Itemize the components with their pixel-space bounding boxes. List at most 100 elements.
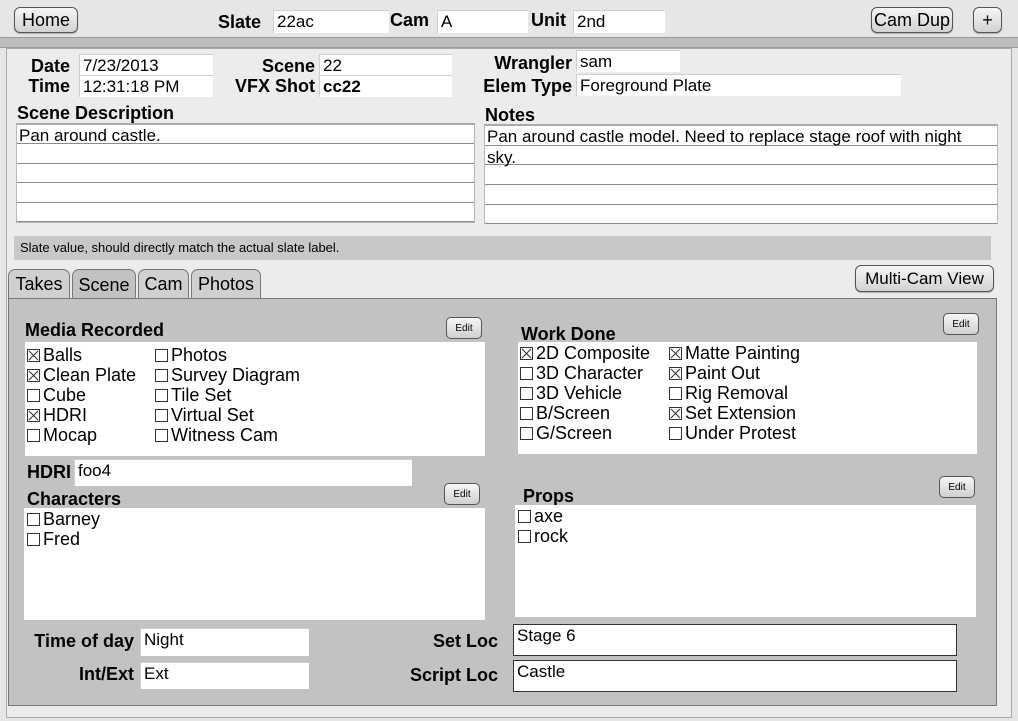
scene-description-field[interactable]: Pan around castle. <box>16 123 475 223</box>
int-ext-field[interactable]: Ext <box>140 662 309 689</box>
work-checkbox-set-extension[interactable]: Set Extension <box>669 403 796 423</box>
checkbox-icon[interactable] <box>155 408 168 422</box>
characters-label: Characters <box>27 489 122 509</box>
checkbox-icon[interactable] <box>520 346 533 360</box>
checkbox-icon[interactable] <box>520 426 533 440</box>
work-checkbox-3d-vehicle[interactable]: 3D Vehicle <box>520 383 622 403</box>
date-label: Date <box>30 56 70 76</box>
scene-field[interactable]: 22 <box>319 54 452 76</box>
prop-checkbox-axe[interactable]: axe <box>518 506 563 526</box>
media-checkbox-virtual-set[interactable]: Virtual Set <box>155 405 254 425</box>
media-checkbox-tile-set[interactable]: Tile Set <box>155 385 231 405</box>
elem-type-field[interactable]: Foreground Plate <box>576 74 901 96</box>
checkbox-icon[interactable] <box>27 532 40 546</box>
checkbox-icon[interactable] <box>155 348 168 362</box>
checkbox-icon[interactable] <box>27 388 40 402</box>
work-checkbox-paint-out[interactable]: Paint Out <box>669 363 760 383</box>
checkbox-label: axe <box>534 505 564 526</box>
prop-checkbox-rock[interactable]: rock <box>518 526 568 546</box>
work-checkbox-rig-removal[interactable]: Rig Removal <box>669 383 788 403</box>
script-loc-label: Script Loc <box>409 665 498 685</box>
checkbox-label: rock <box>534 525 569 546</box>
vfx-shot-label: VFX Shot <box>235 76 315 96</box>
add-button[interactable]: + <box>973 7 1002 33</box>
checkbox-icon[interactable] <box>518 529 531 543</box>
date-field[interactable]: 7/23/2013 <box>79 54 213 76</box>
media-checkbox-balls[interactable]: Balls <box>27 345 82 365</box>
checkbox-label: G/Screen <box>536 422 613 443</box>
checkbox-icon[interactable] <box>27 368 40 382</box>
checkbox-icon[interactable] <box>520 406 533 420</box>
set-loc-field[interactable]: Stage 6 <box>513 624 957 656</box>
notes-label: Notes <box>485 105 536 125</box>
checkbox-label: HDRI <box>43 404 87 425</box>
scene-description-label: Scene Description <box>17 103 175 123</box>
media-checkbox-witness-cam[interactable]: Witness Cam <box>155 425 278 445</box>
checkbox-label: Survey Diagram <box>171 364 301 385</box>
time-of-day-field[interactable]: Night <box>140 628 309 656</box>
checkbox-label: Paint Out <box>685 362 761 383</box>
checkbox-label: Under Protest <box>685 422 797 443</box>
work-checkbox-3d-character[interactable]: 3D Character <box>520 363 643 383</box>
wrangler-field[interactable]: sam <box>576 50 680 72</box>
checkbox-icon[interactable] <box>155 388 168 402</box>
props-label: Props <box>523 486 575 506</box>
media-checkbox-photos[interactable]: Photos <box>155 345 227 365</box>
checkbox-icon[interactable] <box>669 366 682 380</box>
media-checkbox-hdri[interactable]: HDRI <box>27 405 87 425</box>
vfx-shot-field[interactable]: cc22 <box>319 75 452 97</box>
checkbox-icon[interactable] <box>27 512 40 526</box>
work-checkbox-matte-painting[interactable]: Matte Painting <box>669 343 800 363</box>
tab-cam[interactable]: Cam <box>138 269 189 299</box>
media-checkbox-cube[interactable]: Cube <box>27 385 86 405</box>
time-field[interactable]: 12:31:18 PM <box>79 75 213 97</box>
cam-dup-button[interactable]: Cam Dup <box>871 7 953 33</box>
cam-field[interactable]: A <box>437 10 528 33</box>
script-loc-field[interactable]: Castle <box>513 660 957 692</box>
character-checkbox-fred[interactable]: Fred <box>27 529 80 549</box>
hdri-field[interactable]: foo4 <box>74 459 412 486</box>
media-recorded-edit-button[interactable]: Edit <box>446 317 482 339</box>
media-checkbox-mocap[interactable]: Mocap <box>27 425 97 445</box>
media-checkbox-survey-diagram[interactable]: Survey Diagram <box>155 365 300 385</box>
status-bar: Slate value, should directly match the a… <box>14 236 991 260</box>
checkbox-icon[interactable] <box>27 348 40 362</box>
props-edit-button[interactable]: Edit <box>939 476 975 498</box>
unit-field[interactable]: 2nd <box>573 10 665 33</box>
checkbox-icon[interactable] <box>669 346 682 360</box>
checkbox-icon[interactable] <box>27 408 40 422</box>
home-button[interactable]: Home <box>14 7 78 33</box>
checkbox-icon[interactable] <box>669 426 682 440</box>
checkbox-icon[interactable] <box>155 428 168 442</box>
checkbox-label: Mocap <box>43 424 98 445</box>
checkbox-icon[interactable] <box>520 366 533 380</box>
characters-edit-button[interactable]: Edit <box>444 483 480 505</box>
tab-photos[interactable]: Photos <box>191 269 261 299</box>
tab-takes[interactable]: Takes <box>8 269 70 299</box>
checkbox-label: Matte Painting <box>685 342 801 363</box>
media-checkbox-clean-plate[interactable]: Clean Plate <box>27 365 136 385</box>
time-of-day-label: Time of day <box>34 631 134 651</box>
work-checkbox-under-protest[interactable]: Under Protest <box>669 423 796 443</box>
slate-field[interactable]: 22ac <box>273 10 389 33</box>
props-list <box>515 505 976 617</box>
checkbox-icon[interactable] <box>518 509 531 523</box>
character-checkbox-barney[interactable]: Barney <box>27 509 100 529</box>
checkbox-icon[interactable] <box>669 386 682 400</box>
multi-cam-view-button[interactable]: Multi-Cam View <box>855 265 994 292</box>
tab-scene[interactable]: Scene <box>72 269 136 300</box>
work-checkbox-b-screen[interactable]: B/Screen <box>520 403 610 423</box>
checkbox-icon[interactable] <box>669 406 682 420</box>
checkbox-label: B/Screen <box>536 402 611 423</box>
checkbox-icon[interactable] <box>155 368 168 382</box>
scene-description-text: Pan around castle. <box>19 126 161 145</box>
work-checkbox-2d-composite[interactable]: 2D Composite <box>520 343 650 363</box>
work-checkbox-g-screen[interactable]: G/Screen <box>520 423 612 443</box>
checkbox-icon[interactable] <box>27 428 40 442</box>
work-done-edit-button[interactable]: Edit <box>943 313 979 335</box>
checkbox-label: 3D Character <box>536 362 644 383</box>
hdri-label: HDRI <box>27 462 71 482</box>
checkbox-icon[interactable] <box>520 386 533 400</box>
notes-field[interactable]: Pan around castle model. Need to replace… <box>484 124 998 224</box>
top-divider <box>0 37 1018 48</box>
